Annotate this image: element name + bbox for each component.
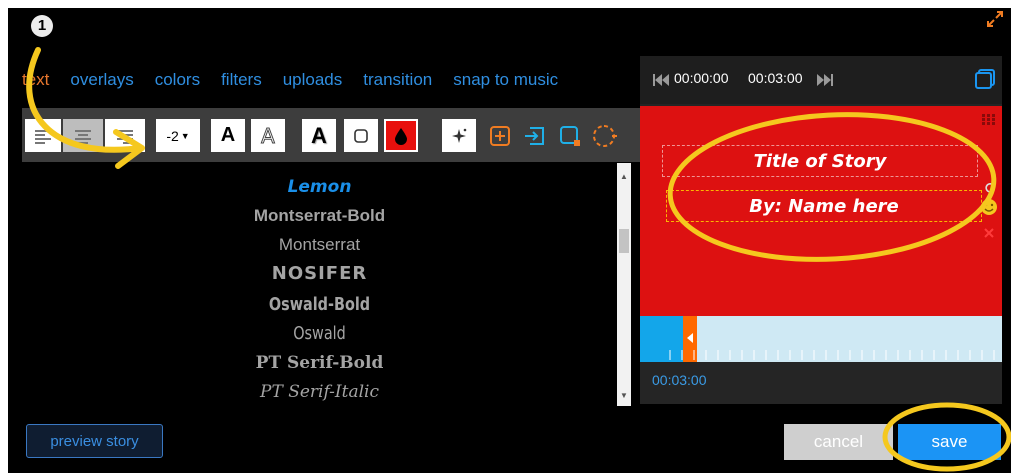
preview-panel: 00:00:00 00:03:00 Title of Story By: Nam…	[640, 56, 1002, 404]
skip-forward-icon[interactable]	[816, 73, 834, 87]
text-box-button[interactable]	[344, 119, 378, 152]
skip-back-icon[interactable]	[652, 73, 670, 87]
story-title-text[interactable]: Title of Story	[662, 145, 978, 177]
story-byline-text[interactable]: By: Name here	[666, 190, 982, 222]
playback-bar: 00:00:00 00:03:00	[640, 56, 1002, 104]
tab-uploads[interactable]: uploads	[283, 70, 343, 90]
current-time: 00:00:00	[674, 70, 729, 86]
sparkle-effect-button[interactable]	[442, 119, 476, 152]
tab-filters[interactable]: filters	[221, 70, 262, 90]
align-left-icon	[35, 129, 51, 144]
font-option-lemon[interactable]: Lemon	[22, 177, 617, 197]
align-center-button[interactable]	[63, 119, 103, 152]
text-outline-button[interactable]: A	[251, 119, 285, 152]
rotate-handle-icon[interactable]	[984, 182, 996, 194]
font-option-pt-serif-bold[interactable]: PT Serif-Bold	[22, 353, 617, 373]
align-center-icon	[75, 129, 91, 144]
move-in-icon	[525, 126, 544, 145]
tab-transition[interactable]: transition	[363, 70, 432, 90]
expand-icon[interactable]	[986, 10, 1004, 28]
tab-colors[interactable]: colors	[155, 70, 200, 90]
sparkle-icon	[452, 128, 467, 143]
line-spacing-dropdown[interactable]: -2 ▼	[156, 119, 200, 152]
frame-corner-icon	[560, 125, 580, 146]
font-option-oswald-bold[interactable]: Oswald-Bold	[82, 294, 558, 315]
text-position-button[interactable]	[518, 119, 550, 152]
rounded-square-icon	[354, 128, 368, 143]
step-badge: 1	[31, 15, 53, 37]
preview-story-button[interactable]: preview story	[26, 424, 163, 458]
font-option-nosifer[interactable]: NOSIFER	[22, 263, 617, 284]
timeline-time-readout: 00:03:00	[652, 372, 707, 388]
fullscreen-icon[interactable]	[974, 68, 996, 90]
scroll-thumb[interactable]	[619, 229, 629, 253]
text-toolbar: -2 ▼ A A A	[22, 108, 642, 162]
font-option-oswald[interactable]: Oswald	[82, 323, 558, 344]
align-left-button[interactable]	[25, 119, 61, 152]
align-right-icon	[117, 129, 133, 144]
chevron-down-icon: ▼	[180, 130, 190, 141]
delete-handle-icon[interactable]	[984, 228, 994, 238]
text-color-button[interactable]	[384, 119, 418, 152]
total-time: 00:03:00	[748, 70, 803, 86]
text-style-button[interactable]: A	[211, 119, 245, 152]
scroll-down-arrow-icon[interactable]: ▼	[620, 391, 628, 400]
timeline-ticks	[669, 350, 995, 360]
font-list-scrollbar[interactable]: ▲ ▼	[617, 163, 631, 406]
text-animation-button[interactable]	[588, 119, 622, 152]
add-text-button[interactable]	[486, 119, 514, 152]
font-option-montserrat-bold[interactable]: Montserrat-Bold	[22, 206, 617, 226]
smiley-handle-icon[interactable]	[980, 198, 998, 216]
text-shadow-button[interactable]: A	[302, 119, 336, 152]
scroll-up-arrow-icon[interactable]: ▲	[620, 172, 628, 181]
tab-overlays[interactable]: overlays	[70, 70, 133, 90]
editor-tabs: text overlays colors filters uploads tra…	[22, 66, 579, 94]
tab-text[interactable]: text	[22, 70, 49, 90]
line-spacing-value: -2	[166, 127, 179, 144]
cancel-button[interactable]: cancel	[784, 424, 893, 460]
align-right-button[interactable]	[105, 119, 145, 152]
add-box-icon	[490, 125, 510, 146]
editor-window: 1 text overlays colors filters uploads t…	[8, 8, 1011, 473]
save-button[interactable]: save	[898, 424, 1001, 460]
font-list[interactable]: Lemon Montserrat-Bold Montserrat NOSIFER…	[22, 163, 617, 406]
tab-snap-to-music[interactable]: snap to music	[453, 70, 558, 90]
color-drop-icon	[395, 127, 407, 145]
dashed-circle-icon	[593, 124, 617, 147]
font-option-montserrat[interactable]: Montserrat	[22, 235, 617, 255]
grid-icon[interactable]	[982, 114, 996, 126]
story-preview-stage[interactable]: Title of Story By: Name here	[640, 106, 1002, 316]
timeline-track[interactable]	[640, 316, 1002, 362]
font-option-pt-serif-italic[interactable]: PT Serif-Italic	[22, 382, 617, 402]
text-frame-button[interactable]	[556, 119, 584, 152]
